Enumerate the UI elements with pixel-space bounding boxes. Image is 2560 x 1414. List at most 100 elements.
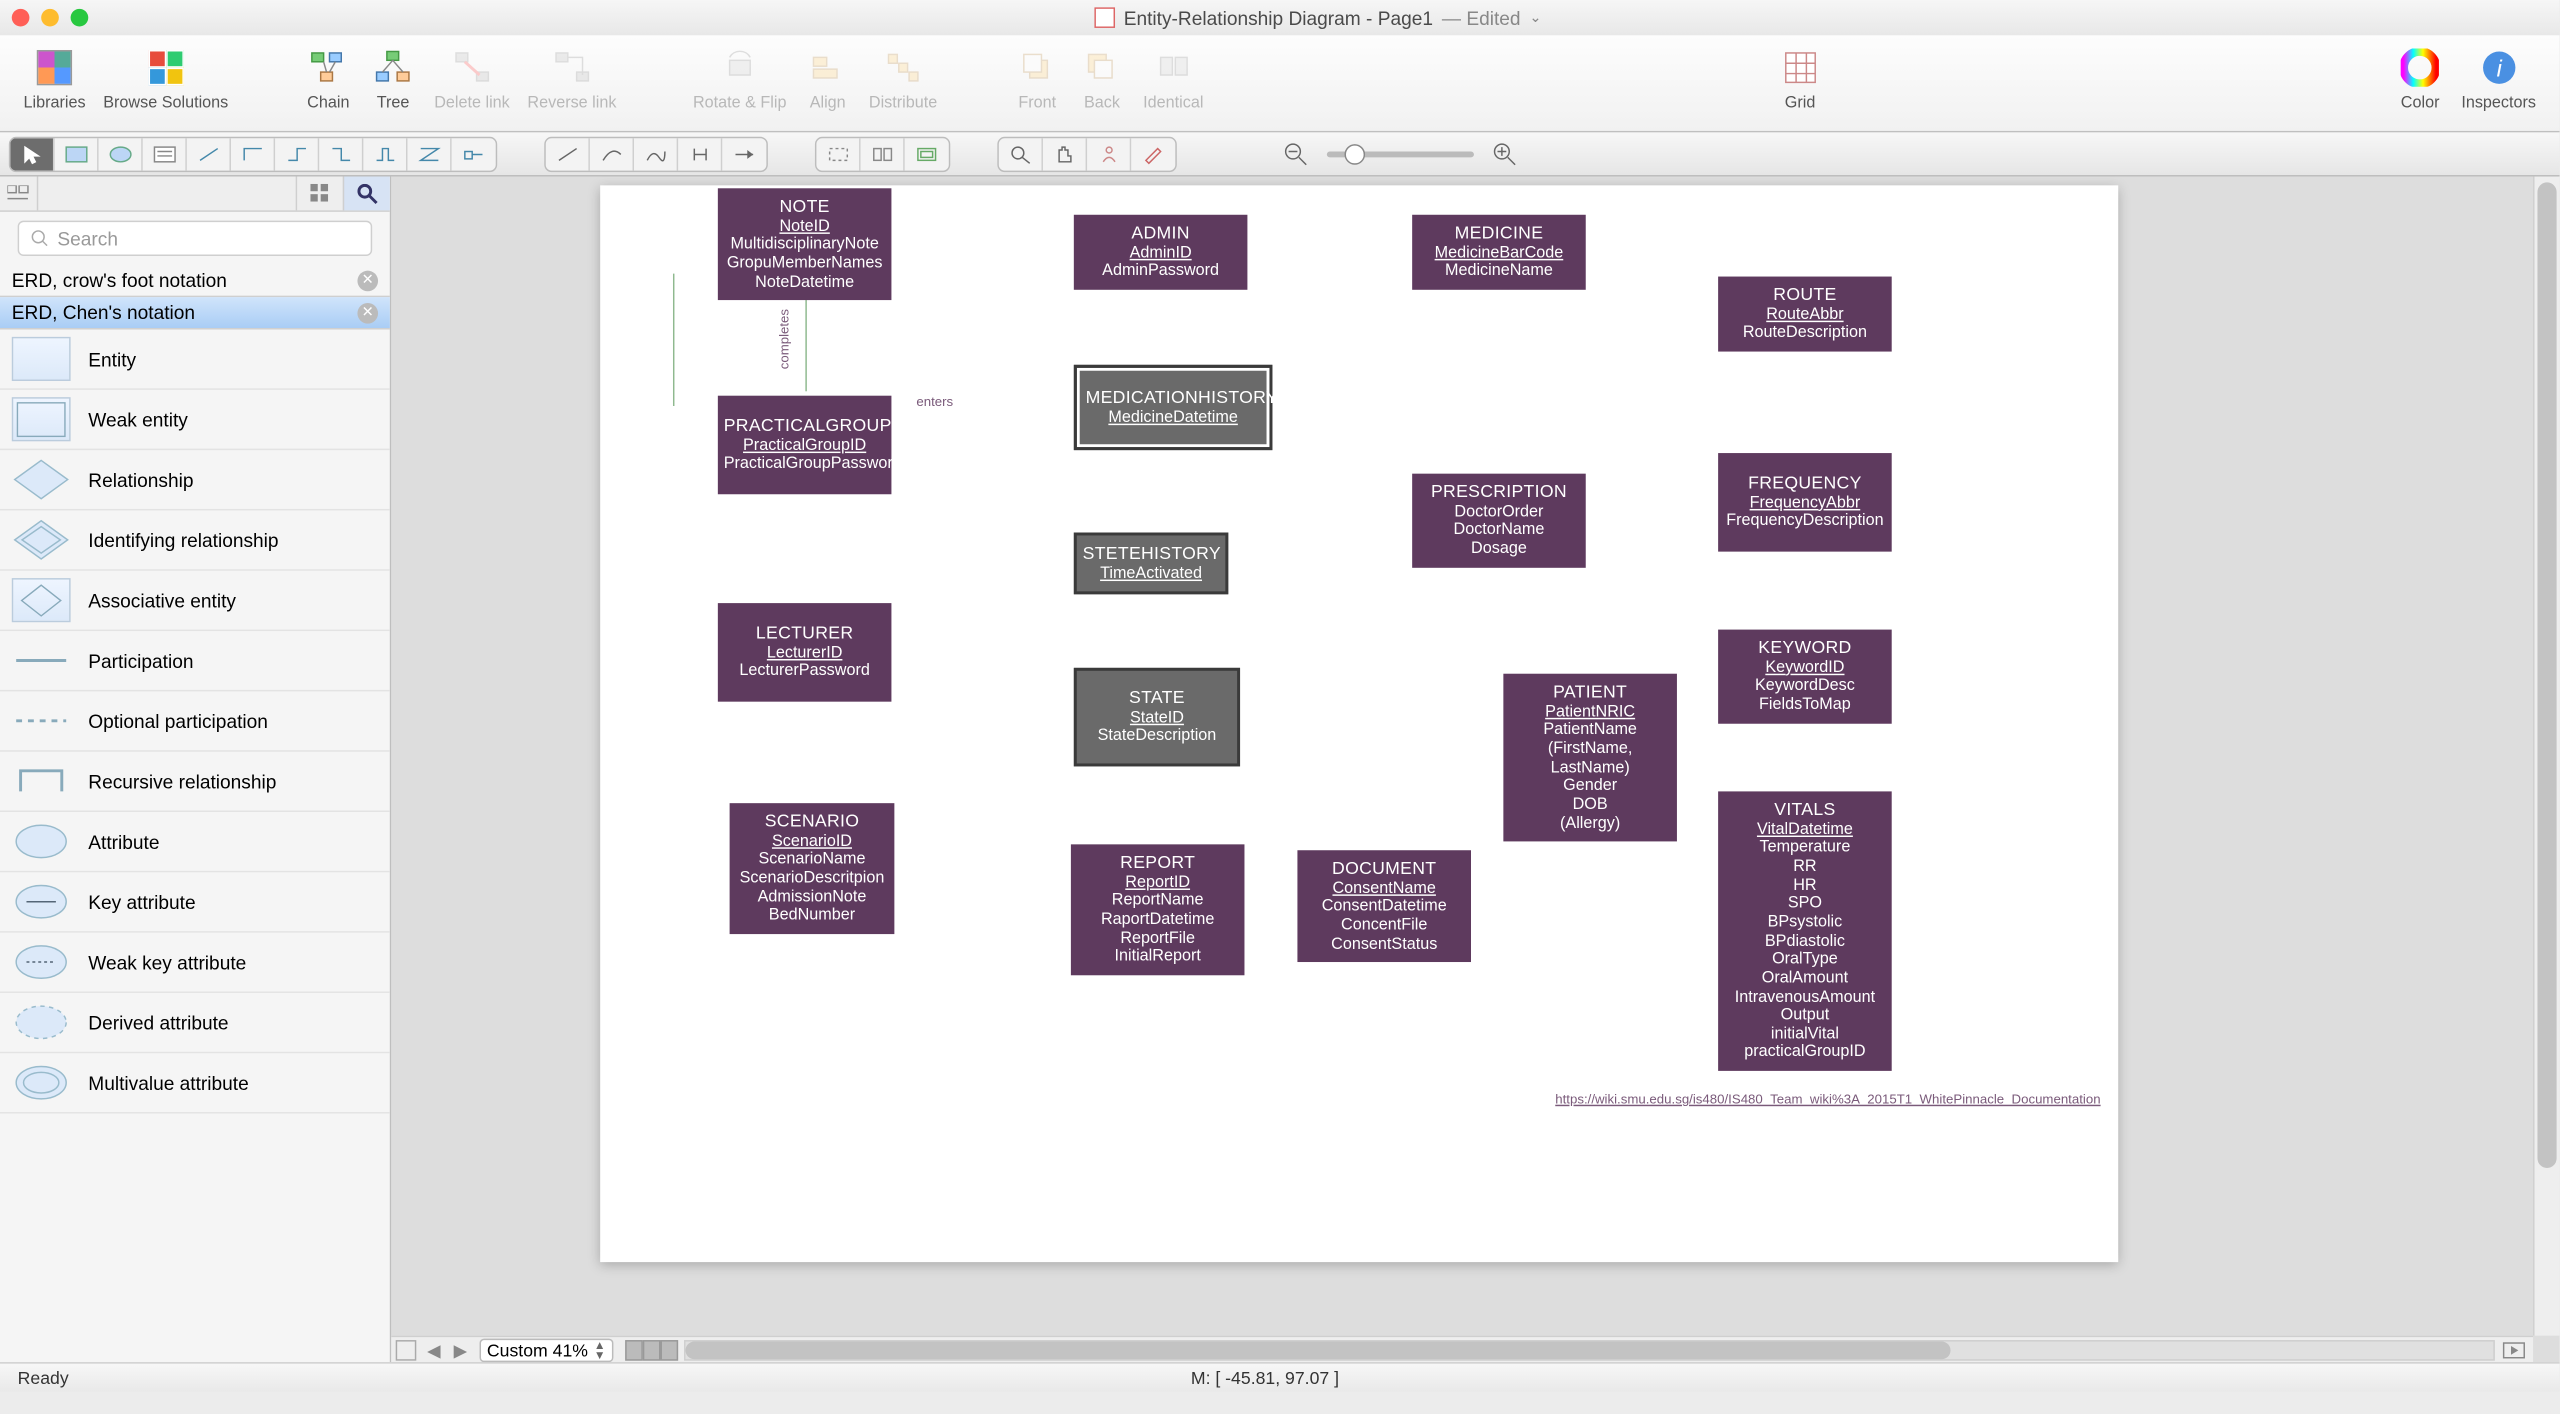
sidebar-grid-view-button[interactable] <box>296 177 343 211</box>
entity-keyword[interactable]: KEYWORD KeywordID KeywordDesc FieldsToMa… <box>1718 630 1892 724</box>
entity-patient[interactable]: PATIENT PatientNRIC PatientName (FirstNa… <box>1503 674 1677 842</box>
line-tool-button[interactable] <box>187 138 231 170</box>
entity-prescription[interactable]: PRESCRIPTION DoctorOrder DoctorName Dosa… <box>1412 474 1586 568</box>
pen-tool-button[interactable] <box>1131 138 1175 170</box>
zoom-slider-knob[interactable] <box>1344 143 1365 164</box>
shape-entity[interactable]: Entity <box>0 330 390 390</box>
libraries-button[interactable]: Libraries <box>15 41 95 115</box>
ellipse-tool-button[interactable] <box>99 138 143 170</box>
vscroll-thumb[interactable] <box>2537 182 2556 1167</box>
conn6-tool-button[interactable] <box>452 138 496 170</box>
search-input[interactable]: Search <box>18 221 373 256</box>
reverse-link-button[interactable]: Reverse link <box>519 41 626 115</box>
arrow2-button[interactable] <box>590 138 634 170</box>
shape-relationship[interactable]: Relationship <box>0 450 390 510</box>
hand-tool-button[interactable] <box>1043 138 1087 170</box>
entity-practical-group[interactable]: PRACTICALGROUP PracticalGroupID Practica… <box>718 396 892 495</box>
grid-button[interactable]: Grid <box>1768 41 1833 115</box>
shape-participation[interactable]: Participation <box>0 631 390 691</box>
conn2-tool-button[interactable] <box>275 138 319 170</box>
shape-identifying-relationship[interactable]: Identifying relationship <box>0 510 390 570</box>
text-tool-button[interactable] <box>143 138 187 170</box>
shape-weak-entity[interactable]: Weak entity <box>0 390 390 450</box>
entity-frequency[interactable]: FREQUENCY FrequencyAbbr FrequencyDescrip… <box>1718 453 1892 552</box>
arrow1-button[interactable] <box>546 138 590 170</box>
close-window-button[interactable] <box>12 9 30 27</box>
entity-medicine[interactable]: MEDICINE MedicineBarCode MedicineName <box>1412 215 1586 290</box>
minimize-window-button[interactable] <box>41 9 59 27</box>
arrow3-button[interactable] <box>634 138 678 170</box>
inspectors-button[interactable]: i Inspectors <box>2453 41 2545 115</box>
shape-derived-attribute[interactable]: Derived attribute <box>0 993 390 1053</box>
group1-button[interactable] <box>816 138 860 170</box>
conn1-tool-button[interactable] <box>231 138 275 170</box>
group3-button[interactable] <box>905 138 949 170</box>
pointer-tool-button[interactable] <box>10 138 54 170</box>
identical-button[interactable]: Identical <box>1134 41 1212 115</box>
entity-state[interactable]: STATE StateID StateDescription <box>1074 668 1240 767</box>
conn4-tool-button[interactable] <box>363 138 407 170</box>
title-chevron-icon[interactable]: ⌄ <box>1529 10 1541 26</box>
zoom-stepper[interactable]: ▲▼ <box>594 1339 606 1360</box>
rect-tool-button[interactable] <box>54 138 98 170</box>
front-button[interactable]: Front <box>1005 41 1070 115</box>
sidebar-filter-field[interactable] <box>38 177 295 211</box>
zoom-tool-button[interactable] <box>999 138 1043 170</box>
chain-button[interactable]: Chain <box>296 41 361 115</box>
page-thumbnails[interactable] <box>625 1339 678 1360</box>
library-header-chen[interactable]: ERD, Chen's notation ✕ <box>0 297 390 329</box>
entity-title: PRESCRIPTION <box>1418 482 1580 502</box>
shape-key-attribute[interactable]: Key attribute <box>0 872 390 932</box>
align-button[interactable]: Align <box>795 41 860 115</box>
horizontal-scrollbar[interactable] <box>683 1339 2494 1360</box>
next-page-button[interactable]: ▶ <box>447 1339 473 1360</box>
diagram-page[interactable]: has completes enters contains handles ha… <box>600 185 2118 1262</box>
back-button[interactable]: Back <box>1070 41 1135 115</box>
zoom-window-button[interactable] <box>71 9 89 27</box>
library-header-crowsfoot[interactable]: ERD, crow's foot notation ✕ <box>0 265 390 297</box>
hscroll-thumb[interactable] <box>685 1341 1951 1359</box>
shape-associative-entity[interactable]: Associative entity <box>0 571 390 631</box>
presentation-button[interactable] <box>2495 1341 2533 1359</box>
shape-optional-participation[interactable]: Optional participation <box>0 691 390 751</box>
zoom-out-button[interactable] <box>1283 140 1309 166</box>
entity-lecturer[interactable]: LECTURER LecturerID LecturerPassword <box>718 603 892 702</box>
zoom-in-button[interactable] <box>1492 140 1518 166</box>
arrow5-button[interactable] <box>722 138 766 170</box>
entity-vitals[interactable]: VITALS VitalDatetime Temperature RR HR S… <box>1718 791 1892 1071</box>
arrow4-button[interactable] <box>678 138 722 170</box>
sidebar-options-button[interactable] <box>0 177 38 211</box>
sidebar-search-button[interactable] <box>343 177 390 211</box>
delete-link-button[interactable]: Delete link <box>425 41 518 115</box>
prev-page-button[interactable]: ◀ <box>421 1339 447 1360</box>
shape-multivalue-attribute[interactable]: Multivalue attribute <box>0 1053 390 1113</box>
zoom-level-select[interactable]: Custom 41% ▲▼ <box>480 1338 613 1362</box>
entity-report[interactable]: REPORT ReportID ReportName RaportDatetim… <box>1071 844 1245 975</box>
ruler-toggle-button[interactable] <box>396 1339 417 1360</box>
entity-admin[interactable]: ADMIN AdminID AdminPassword <box>1074 215 1248 290</box>
conn5-tool-button[interactable] <box>407 138 451 170</box>
shape-weak-key-attribute[interactable]: Weak key attribute <box>0 933 390 993</box>
tree-button[interactable]: Tree <box>361 41 426 115</box>
browse-solutions-button[interactable]: Browse Solutions <box>94 41 237 115</box>
entity-scenario[interactable]: SCENARIO ScenarioID ScenarioName Scenari… <box>730 803 895 934</box>
color-button[interactable]: Color <box>2388 41 2453 115</box>
vertical-scrollbar[interactable] <box>2533 177 2559 1336</box>
source-link[interactable]: https://wiki.smu.edu.sg/is480/IS480_Team… <box>1555 1091 2100 1106</box>
distribute-button[interactable]: Distribute <box>860 41 946 115</box>
zoom-slider[interactable] <box>1327 151 1474 157</box>
close-library-button[interactable]: ✕ <box>357 270 378 291</box>
shape-recursive-relationship[interactable]: Recursive relationship <box>0 752 390 812</box>
entity-state-history[interactable]: STETEHISTORY TimeActivated <box>1074 533 1228 595</box>
entity-document[interactable]: DOCUMENT ConsentName ConsentDatetime Con… <box>1297 850 1471 962</box>
entity-route[interactable]: ROUTE RouteAbbr RouteDescription <box>1718 277 1892 352</box>
entity-medication-history[interactable]: MEDICATIONHISTORY MedicineDatetime <box>1074 365 1273 451</box>
person-tool-button[interactable] <box>1087 138 1131 170</box>
entity-note[interactable]: NOTE NoteID MultidisciplinaryNote GropuM… <box>718 188 892 300</box>
rotate-flip-button[interactable]: Rotate & Flip <box>684 41 795 115</box>
conn3-tool-button[interactable] <box>319 138 363 170</box>
close-library-button[interactable]: ✕ <box>357 302 378 323</box>
canvas-area[interactable]: has completes enters contains handles ha… <box>391 177 2559 1363</box>
shape-attribute[interactable]: Attribute <box>0 812 390 872</box>
group2-button[interactable] <box>861 138 905 170</box>
